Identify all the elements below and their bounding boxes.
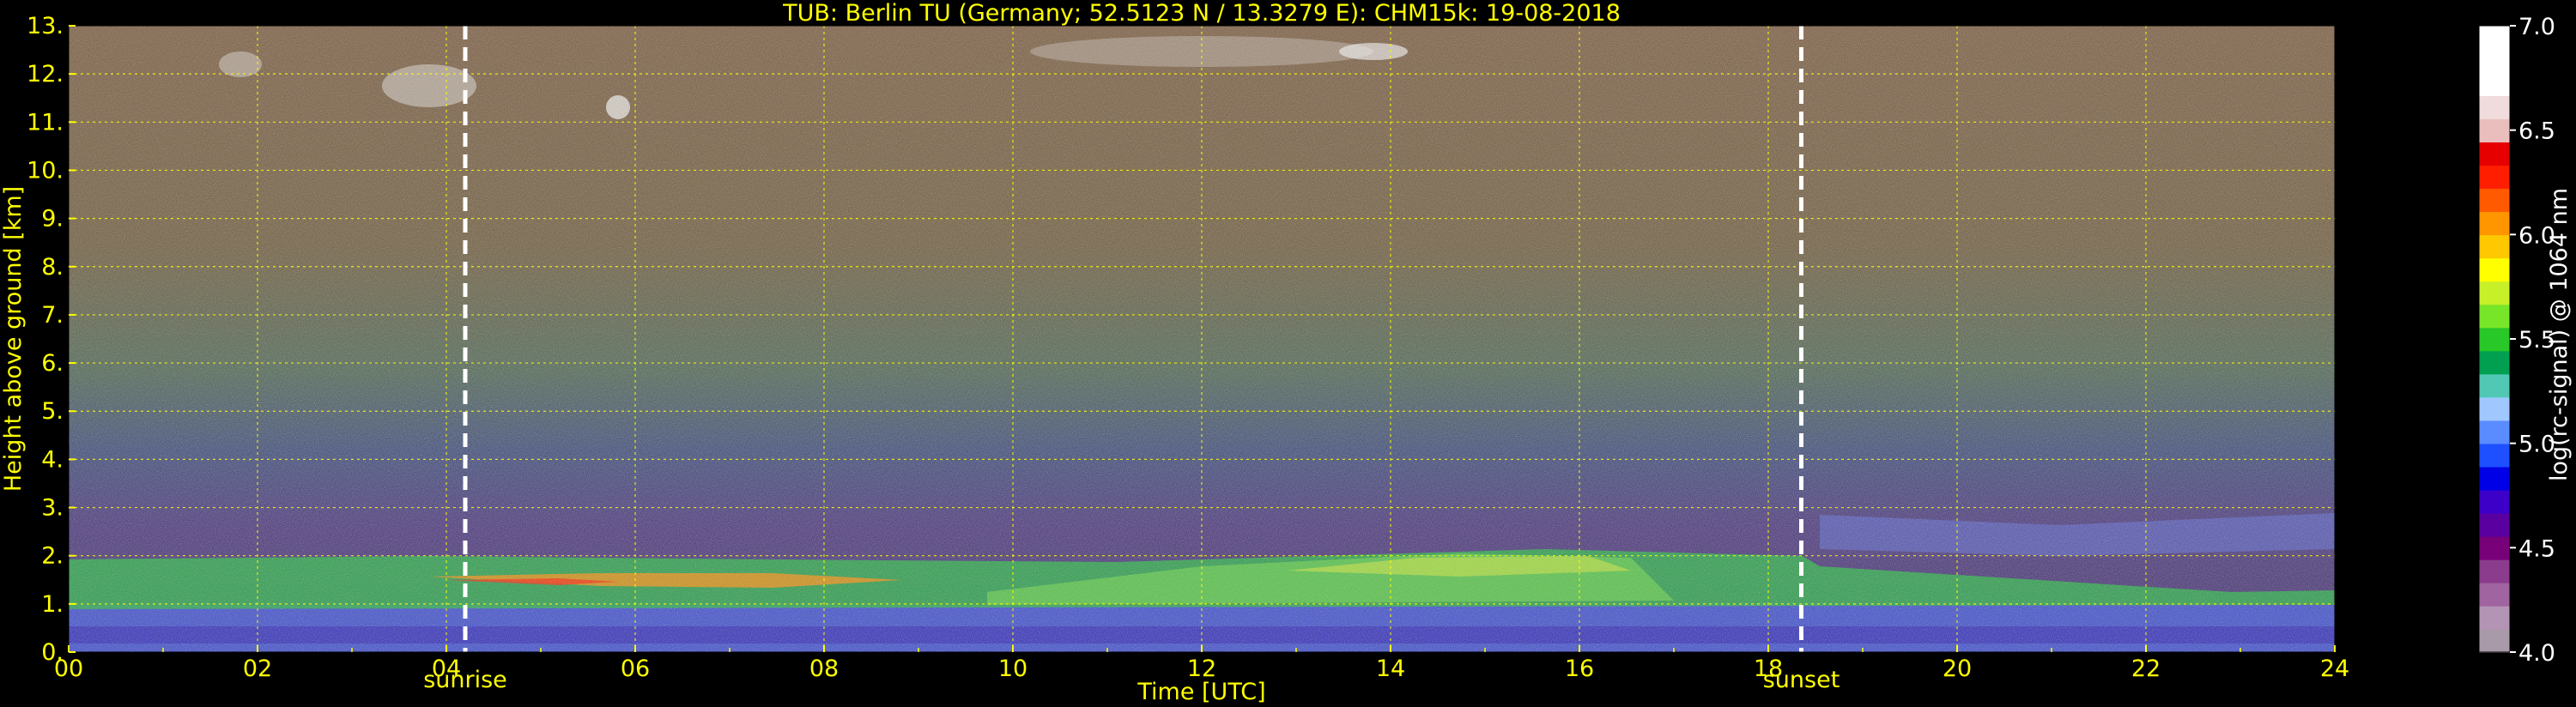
colorbar-segment: [2479, 420, 2510, 444]
y-tick-label: 7.: [41, 302, 64, 329]
y-tick-label: 9.: [41, 206, 64, 233]
y-tick-label: 10.: [27, 157, 64, 184]
colorbar-segment: [2479, 234, 2510, 259]
x-tick-label: 16: [1565, 656, 1594, 682]
colorbar-segment: [2479, 49, 2510, 73]
colorbar-segment: [2479, 304, 2510, 329]
colorbar-segment: [2479, 489, 2510, 514]
colorbar-segment: [2479, 605, 2510, 630]
colorbar-segment: [2479, 72, 2510, 96]
colorbar-segment: [2479, 95, 2510, 119]
y-tick-label: 2.: [41, 543, 64, 570]
y-tick-label: 0.: [41, 639, 64, 666]
x-tick-label: 02: [243, 656, 272, 682]
y-axis-label: Height above ground [km]: [0, 186, 27, 492]
colorbar-segment: [2479, 327, 2510, 352]
colorbar-segment: [2479, 559, 2510, 583]
x-tick-label: 04: [432, 656, 461, 682]
colorbar-segment: [2479, 281, 2510, 305]
colorbar-segment: [2479, 396, 2510, 421]
y-tick-label: 3.: [41, 495, 64, 522]
y-tick-label: 12.: [27, 61, 64, 88]
y-tick-label: 4.: [41, 446, 64, 473]
colorbar-segment: [2479, 26, 2510, 50]
colorbar-segment: [2479, 582, 2510, 607]
colorbar-segment: [2479, 443, 2510, 468]
y-tick-label: 1.: [41, 591, 64, 618]
chart-title: TUB: Berlin TU (Germany; 52.5123 N / 13.…: [782, 0, 1621, 27]
colorbar-segment: [2479, 211, 2510, 236]
x-tick-label: 06: [621, 656, 650, 682]
x-tick-label: 22: [2131, 656, 2161, 682]
colorbar-tick-label: 6.5: [2518, 118, 2555, 145]
colorbar-tick-label: 7.0: [2518, 14, 2555, 40]
colorbar-segment: [2479, 373, 2510, 398]
x-tick-label: 14: [1376, 656, 1405, 682]
x-tick-label: 24: [2320, 656, 2349, 682]
y-axis-ticks: 0. 1. 2. 3. 4. 5. 6. 7. 8. 9. 10. 11. 12. 13.: [27, 13, 76, 666]
x-tick-label: 20: [1943, 656, 1972, 682]
x-tick-label: 18: [1754, 656, 1783, 682]
x-tick-label: 10: [998, 656, 1027, 682]
colorbar: 4.04.55.05.56.06.57.0: [2478, 14, 2555, 667]
colorbar-segment: [2479, 466, 2510, 491]
y-tick-label: 8.: [41, 254, 64, 281]
colorbar-label: log(rc-signal) @ 1064 nm: [2546, 188, 2573, 481]
colorbar-segment: [2479, 350, 2510, 375]
colorbar-segment: [2479, 512, 2510, 537]
ceilometer-chart: sunrise sunset 00 02 04 06 08 10 12 14 16 18 20 22 24…: [0, 0, 2573, 705]
colorbar-segment: [2479, 257, 2510, 282]
x-axis-label: Time [UTC]: [1136, 679, 1265, 705]
colorbar-segment: [2479, 118, 2510, 142]
colorbar-segment: [2479, 535, 2510, 560]
y-tick-label: 6.: [41, 350, 64, 377]
y-tick-label: 13.: [27, 13, 64, 39]
colorbar-segment: [2479, 142, 2510, 166]
x-tick-label: 08: [809, 656, 839, 682]
colorbar-segment: [2479, 188, 2510, 213]
colorbar-tick-label: 4.0: [2518, 640, 2555, 667]
colorbar-segment: [2479, 165, 2510, 190]
colorbar-tick-label: 4.5: [2518, 535, 2555, 562]
y-tick-label: 11.: [27, 109, 64, 136]
colorbar-segment: [2479, 628, 2510, 653]
y-tick-label: 5.: [41, 398, 64, 425]
